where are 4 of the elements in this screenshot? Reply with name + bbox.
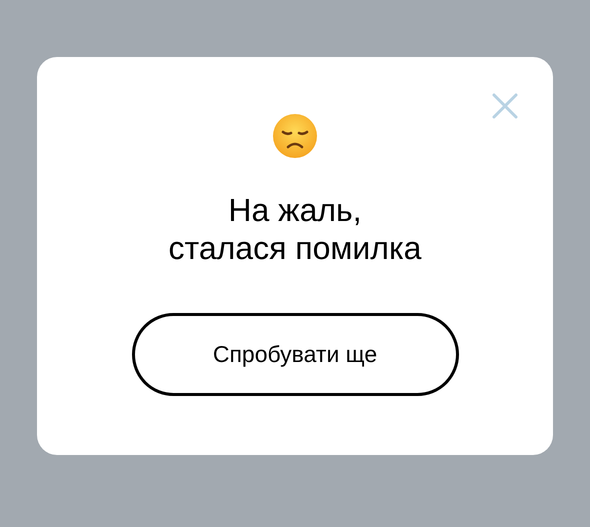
retry-button[interactable]: Спробувати ще — [132, 313, 458, 396]
sad-face-icon — [272, 113, 318, 159]
error-title: На жаль, сталася помилка — [168, 191, 422, 267]
close-button[interactable] — [490, 91, 520, 121]
